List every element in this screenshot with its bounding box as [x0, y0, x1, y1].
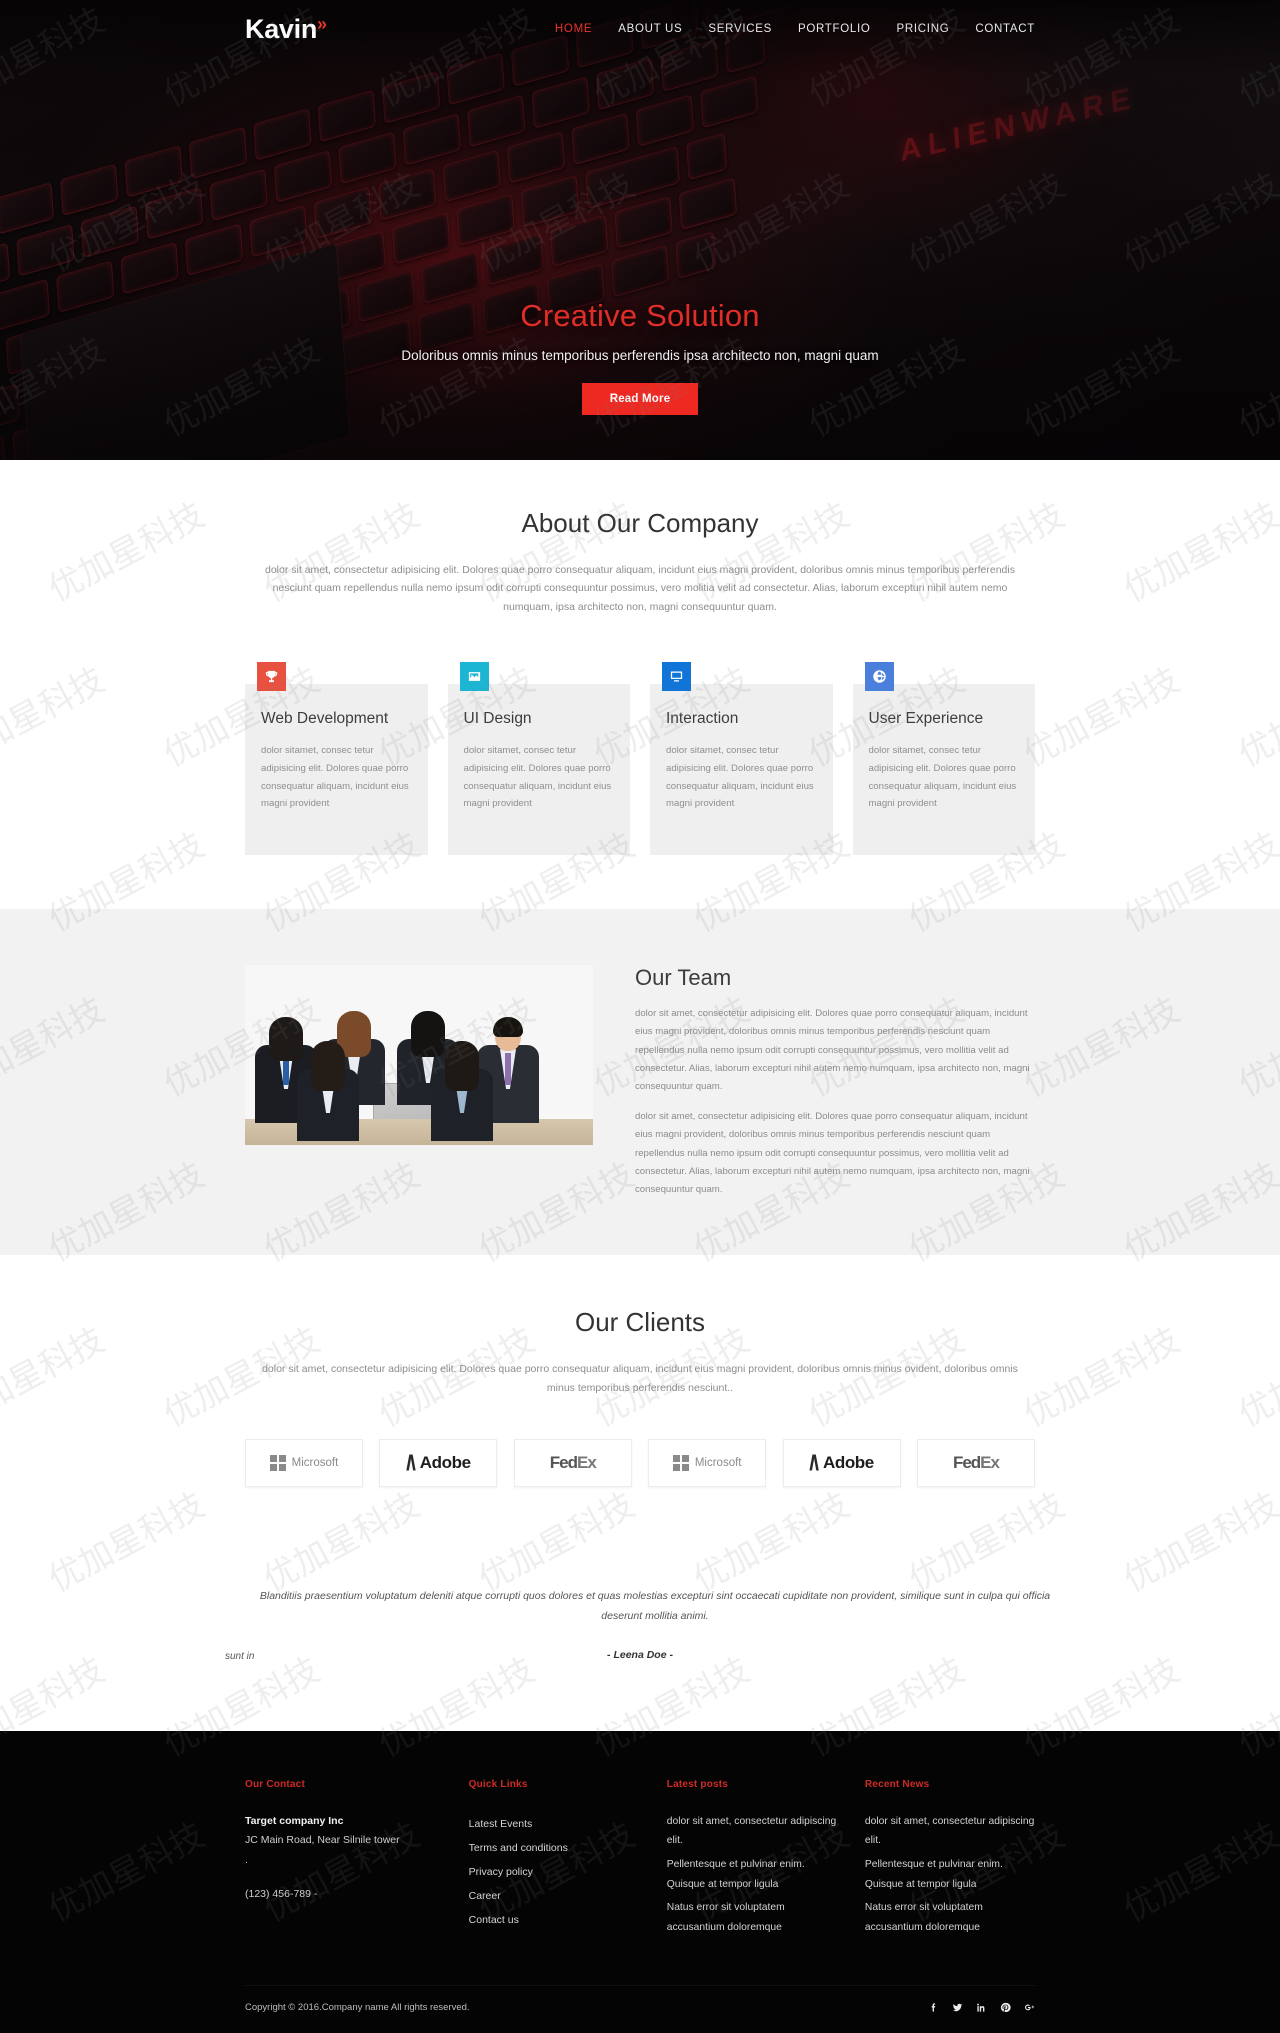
client-logo-microsoft[interactable]: Microsoft	[245, 1439, 363, 1487]
nav-item-pricing[interactable]: PRICING	[897, 23, 950, 35]
service-card-title: User Experience	[868, 710, 984, 728]
team-paragraph-1: dolor sit amet, consectetur adipisicing …	[635, 1008, 1030, 1092]
service-card-text: dolor sitamet, consec tetur adipisicing …	[868, 745, 1017, 810]
logo-text: Kavin	[245, 13, 318, 44]
clients-lead: dolor sit amet, consectetur adipisicing …	[262, 1363, 1018, 1394]
team-section: Our Team dolor sit amet, consectetur adi…	[0, 909, 1280, 1256]
service-card-title: UI Design	[463, 710, 532, 728]
footer-column-recent-news: Recent News dolor sit amet, consectetur …	[865, 1779, 1035, 1941]
clients-section: Our Clients dolor sit amet, consectetur …	[0, 1255, 1280, 1527]
adobe-a-icon: /\	[809, 1451, 819, 1475]
monitor-icon	[662, 662, 691, 692]
hero-section: ALIENWARE Kavin» HOME ABOUT US SERVICES …	[0, 0, 1280, 460]
hero-subtitle: Doloribus omnis minus temporibus perfere…	[401, 348, 879, 363]
footer-news-item[interactable]: Natus error sit voluptatem accusantium d…	[865, 1898, 1035, 1937]
service-card-title: Interaction	[666, 710, 739, 728]
logo-chevron-icon: »	[317, 13, 327, 34]
footer-column-contact: Our Contact Target company Inc JC Main R…	[245, 1779, 441, 1941]
adobe-a-icon: /\	[406, 1451, 416, 1475]
service-card[interactable]: User Experience dolor sitamet, consec te…	[852, 662, 1035, 856]
client-logo-fedex[interactable]: FedEx	[916, 1439, 1035, 1487]
site-footer: Our Contact Target company Inc JC Main R…	[0, 1730, 1280, 2033]
service-card[interactable]: Web Development dolor sitamet, consec te…	[245, 662, 428, 856]
nav-item-services[interactable]: SERVICES	[708, 23, 772, 35]
facebook-icon[interactable]	[927, 2002, 939, 2013]
testimonial-quote: Blanditiis praesentium voluptatum deleni…	[259, 1590, 1051, 1622]
client-logo-label: Adobe	[419, 1453, 471, 1472]
hero-content: Creative Solution Doloribus omnis minus …	[0, 58, 1280, 415]
main-navigation: Kavin» HOME ABOUT US SERVICES PORTFOLIO …	[245, 0, 1035, 58]
testimonial-section: sunt in Blanditiis praesentium voluptatu…	[0, 1527, 1280, 1731]
service-card[interactable]: UI Design dolor sitamet, consec tetur ad…	[447, 662, 630, 856]
footer-link-terms[interactable]: Terms and conditions	[469, 1836, 639, 1860]
footer-heading-quick-links: Quick Links	[468, 1778, 528, 1790]
footer-address-line2: .	[245, 1853, 248, 1866]
footer-address: JC Main Road, Near Silnile tower	[245, 1834, 400, 1847]
service-card-text: dolor sitamet, consec tetur adipisicing …	[463, 745, 612, 810]
client-logos: Microsoft /\ Adobe FedEx Microsoft /\ Ad…	[245, 1439, 1035, 1487]
footer-bottom-bar: Copyright © 2016.Company name All rights…	[245, 1985, 1035, 2033]
page-root: ALIENWARE Kavin» HOME ABOUT US SERVICES …	[0, 0, 1280, 2033]
nav-item-portfolio[interactable]: PORTFOLIO	[798, 23, 871, 35]
service-card-text: dolor sitamet, consec tetur adipisicing …	[666, 745, 814, 810]
team-photo	[245, 965, 593, 1146]
footer-post-item[interactable]: Pellentesque et pulvinar enim. Quisque a…	[667, 1855, 837, 1894]
footer-post-item[interactable]: dolor sit amet, consectetur adipiscing e…	[667, 1812, 837, 1851]
service-card-text: dolor sitamet, consec tetur adipisicing …	[261, 745, 409, 810]
client-logo-adobe[interactable]: /\ Adobe	[782, 1439, 901, 1487]
client-logo-label: FedEx	[952, 1453, 1000, 1472]
service-card[interactable]: Interaction dolor sitamet, consec tetur …	[650, 662, 833, 856]
twitter-icon[interactable]	[951, 2002, 963, 2013]
footer-link-contact-us[interactable]: Contact us	[469, 1908, 639, 1932]
footer-column-latest-posts: Latest posts dolor sit amet, consectetur…	[667, 1779, 837, 1941]
testimonial-ghost-text: sunt in	[225, 1651, 255, 1662]
footer-heading-contact: Our Contact	[245, 1778, 305, 1790]
footer-post-item[interactable]: Natus error sit voluptatem accusantium d…	[667, 1898, 837, 1937]
clients-title: Our Clients	[574, 1307, 706, 1338]
site-logo[interactable]: Kavin»	[245, 14, 327, 45]
about-title: About Our Company	[521, 508, 759, 538]
testimonial-author: - Leena Doe -	[607, 1648, 673, 1661]
client-logo-microsoft[interactable]: Microsoft	[648, 1439, 767, 1487]
microsoft-grid-icon	[269, 1455, 286, 1471]
globe-icon	[864, 662, 894, 692]
nav-item-contact[interactable]: CONTACT	[975, 23, 1035, 35]
service-cards: Web Development dolor sitamet, consec te…	[245, 662, 1035, 899]
team-paragraph-2: dolor sit amet, consectetur adipisicing …	[635, 1111, 1030, 1196]
hero-title: Creative Solution	[520, 298, 760, 333]
footer-heading-latest-posts: Latest posts	[666, 1778, 729, 1790]
microsoft-grid-icon	[672, 1455, 689, 1471]
footer-link-latest-events[interactable]: Latest Events	[469, 1812, 639, 1836]
team-title: Our Team	[635, 965, 732, 991]
about-lead: dolor sit amet, consectetur adipisicing …	[265, 564, 1015, 613]
nav-item-about-us[interactable]: ABOUT US	[618, 23, 682, 35]
service-card-title: Web Development	[261, 710, 389, 728]
about-section: About Our Company dolor sit amet, consec…	[0, 460, 1280, 910]
client-logo-label: Adobe	[822, 1453, 874, 1472]
trophy-icon	[257, 662, 286, 692]
social-links	[927, 2002, 1035, 2013]
footer-news-item[interactable]: Pellentesque et pulvinar enim. Quisque a…	[865, 1855, 1035, 1894]
footer-news-item[interactable]: dolor sit amet, consectetur adipiscing e…	[865, 1812, 1035, 1851]
footer-columns: Our Contact Target company Inc JC Main R…	[245, 1779, 1035, 1941]
client-logo-label: FedEx	[549, 1453, 597, 1472]
client-logo-fedex[interactable]: FedEx	[513, 1439, 632, 1487]
client-logo-label: Microsoft	[291, 1457, 339, 1469]
nav-links: HOME ABOUT US SERVICES PORTFOLIO PRICING…	[555, 23, 1035, 35]
footer-company-name: Target company Inc	[245, 1814, 344, 1827]
footer-link-privacy[interactable]: Privacy policy	[469, 1860, 639, 1884]
client-logo-label: Microsoft	[694, 1457, 742, 1469]
nav-item-home[interactable]: HOME	[555, 23, 592, 35]
pinterest-icon[interactable]	[999, 2002, 1011, 2013]
footer-column-quick-links: Quick Links Latest Events Terms and cond…	[469, 1779, 639, 1941]
read-more-button[interactable]: Read More	[581, 383, 699, 415]
footer-link-career[interactable]: Career	[469, 1884, 639, 1908]
linkedin-icon[interactable]	[975, 2002, 987, 2013]
client-logo-adobe[interactable]: /\ Adobe	[379, 1439, 498, 1487]
googleplus-icon[interactable]	[1023, 2002, 1035, 2013]
footer-heading-recent-news: Recent News	[864, 1778, 930, 1790]
footer-phone[interactable]: (123) 456-789 -	[245, 1888, 441, 1900]
copyright-text: Copyright © 2016.Company name All rights…	[245, 2002, 470, 2014]
image-icon	[459, 662, 489, 692]
